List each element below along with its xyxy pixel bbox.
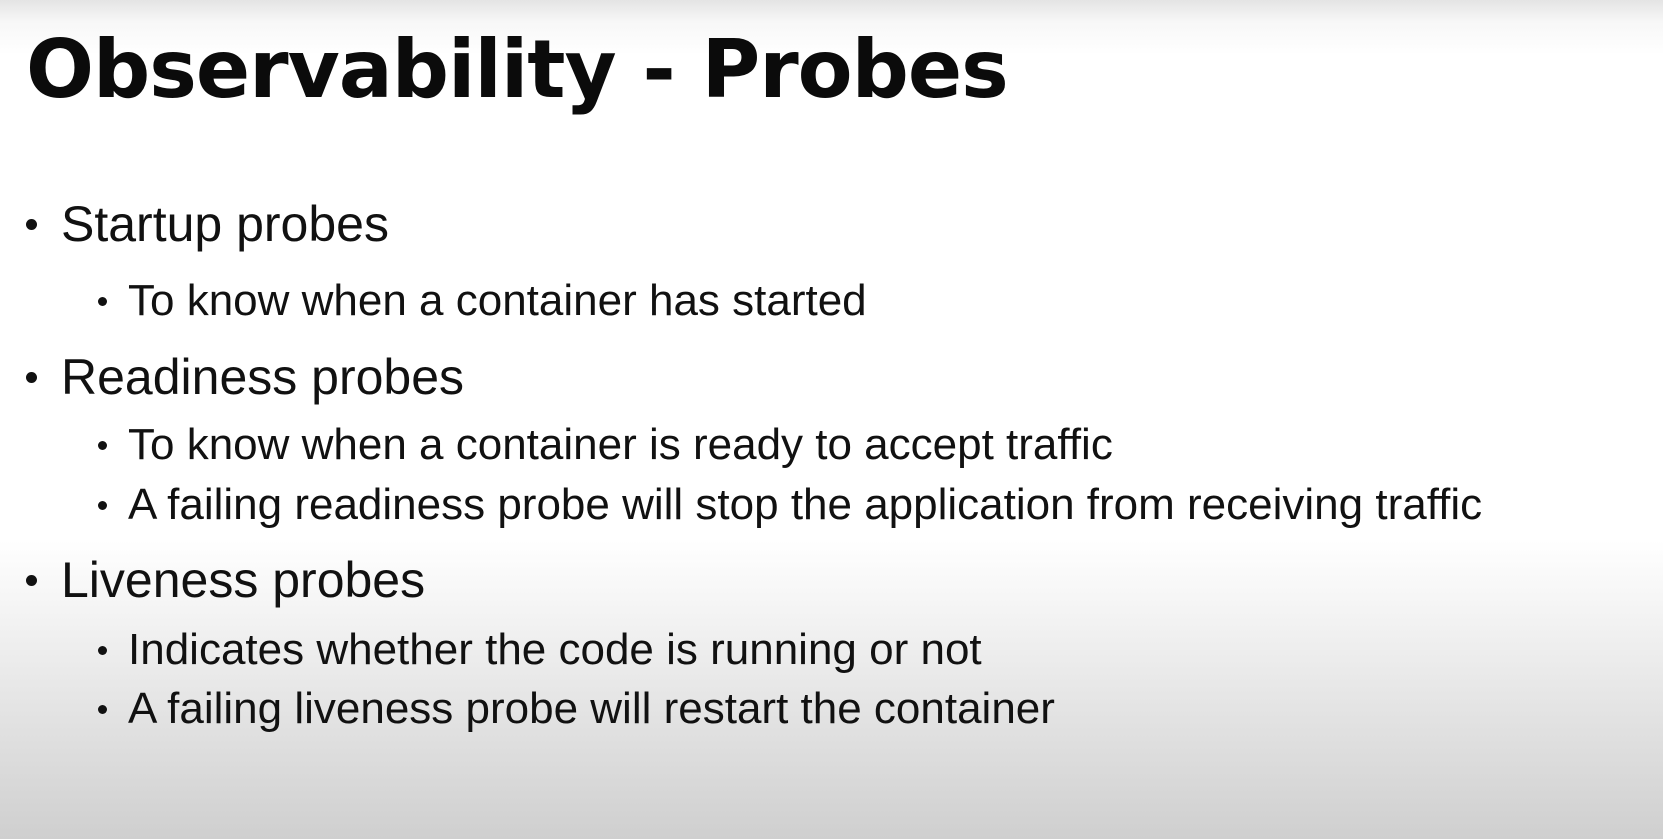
sub-bullet-dot xyxy=(98,705,107,714)
bullet-liveness-probes: Liveness probes xyxy=(26,550,426,610)
sub-bullet-dot xyxy=(98,297,107,306)
bullet-text: Startup probes xyxy=(61,196,389,252)
sub-bullet-startup-1: To know when a container has started xyxy=(98,274,867,328)
sub-bullet-text: To know when a container has started xyxy=(128,276,867,325)
bullet-startup-probes: Startup probes xyxy=(26,194,389,254)
sub-bullet-dot xyxy=(98,441,107,450)
sub-bullet-readiness-1: To know when a container is ready to acc… xyxy=(98,418,1113,472)
bullet-dot xyxy=(26,219,37,230)
sub-bullet-text: To know when a container is ready to acc… xyxy=(128,420,1113,469)
sub-bullet-text: A failing readiness probe will stop the … xyxy=(128,480,1483,529)
sub-bullet-text: Indicates whether the code is running or… xyxy=(128,625,982,674)
sub-bullet-liveness-2: A failing liveness probe will restart th… xyxy=(98,682,1055,736)
bullet-dot xyxy=(26,372,37,383)
sub-bullet-dot xyxy=(98,501,107,510)
slide: Observability - Probes Startup probes To… xyxy=(0,0,1663,839)
sub-bullet-readiness-2: A failing readiness probe will stop the … xyxy=(98,478,1483,532)
bullet-text: Readiness probes xyxy=(61,349,465,405)
bullet-dot xyxy=(26,575,37,586)
sub-bullet-dot xyxy=(98,646,107,655)
bullet-text: Liveness probes xyxy=(61,552,426,608)
sub-bullet-text: A failing liveness probe will restart th… xyxy=(128,684,1055,733)
slide-title: Observability - Probes xyxy=(26,23,1009,116)
bullet-readiness-probes: Readiness probes xyxy=(26,347,465,407)
sub-bullet-liveness-1: Indicates whether the code is running or… xyxy=(98,623,982,677)
